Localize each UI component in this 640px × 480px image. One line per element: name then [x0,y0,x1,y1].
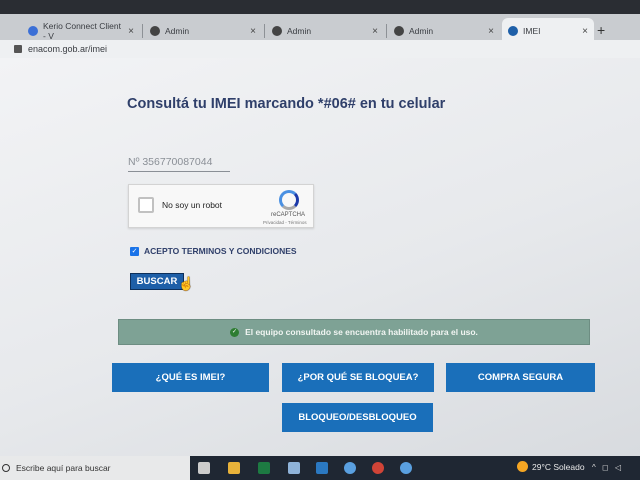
terms-label: ACEPTO TERMINOS Y CONDICIONES [144,246,297,256]
globe-icon [272,26,282,36]
network-app-icon[interactable] [400,462,412,474]
weather-text: 29°C Soleado [532,461,585,472]
chrome-icon[interactable] [372,462,384,474]
terms-checkbox-row[interactable]: ✓ ACEPTO TERMINOS Y CONDICIONES [130,246,297,256]
captcha-label: No soy un robot [162,200,223,210]
check-circle-icon: ✓ [230,327,240,337]
why-blocked-button[interactable]: ¿POR QUÉ SE BLOQUEA? [282,363,434,392]
tab-label: IMEI [523,26,541,36]
weather-widget[interactable]: 29°C Soleado [517,461,585,472]
close-icon[interactable]: × [250,26,256,37]
url-text[interactable]: enacom.gob.ar/imei [28,44,107,54]
tab-label: Admin [409,26,434,36]
address-bar[interactable]: enacom.gob.ar/imei [0,40,640,58]
status-alert: ✓ El equipo consultado se encuentra habi… [118,319,590,345]
sun-icon [517,461,528,472]
globe-icon [394,26,404,36]
search-button[interactable]: BUSCAR [130,273,184,290]
captcha-links[interactable]: Privacidad - Términos [263,220,307,225]
status-message: El equipo consultado se encuentra habili… [245,327,478,337]
tab-label: Admin [287,26,312,36]
captcha-checkbox[interactable] [138,197,154,213]
block-unblock-button[interactable]: BLOQUEO/DESBLOQUEO [282,403,433,432]
taskbar: Escribe aquí para buscar 29°C Soleado ^ … [0,456,640,480]
page-title: Consultá tu IMEI marcando *#06# en tu ce… [127,96,446,112]
imei-input[interactable]: Nº 356770087044 [128,156,230,172]
captcha-brand: reCAPTCHA [271,212,306,218]
task-view-icon[interactable] [198,462,210,474]
excel-icon[interactable] [258,462,270,474]
system-tray[interactable]: ^ ◻ ◁ [592,463,623,472]
hand-cursor-icon: ☝ [178,276,195,291]
tab-label: Kerio Connect Client - V [43,21,121,41]
new-tab-button[interactable]: + [597,22,605,38]
app-icon[interactable] [316,462,328,474]
close-icon[interactable]: × [128,26,134,37]
what-is-imei-button[interactable]: ¿QUÉ ES IMEI? [112,363,269,392]
file-explorer-icon[interactable] [228,462,240,474]
taskbar-search[interactable]: Escribe aquí para buscar [0,456,190,480]
mail-icon [28,26,38,36]
close-icon[interactable]: × [582,26,588,37]
lock-icon [14,45,22,53]
page-content: Consultá tu IMEI marcando *#06# en tu ce… [0,58,640,456]
taskbar-search-placeholder: Escribe aquí para buscar [16,463,111,473]
network-app-icon[interactable] [344,462,356,474]
enacom-icon [508,26,518,36]
recaptcha-widget[interactable]: No soy un robot reCAPTCHA Privacidad - T… [128,184,314,228]
recaptcha-logo-icon [279,190,299,210]
close-icon[interactable]: × [488,26,494,37]
globe-icon [150,26,160,36]
safe-purchase-button[interactable]: COMPRA SEGURA [446,363,595,392]
terms-checkbox[interactable]: ✓ [130,246,139,256]
search-icon [2,464,10,472]
calculator-icon[interactable] [288,462,300,474]
close-icon[interactable]: × [372,26,378,37]
tab-label: Admin [165,26,190,36]
